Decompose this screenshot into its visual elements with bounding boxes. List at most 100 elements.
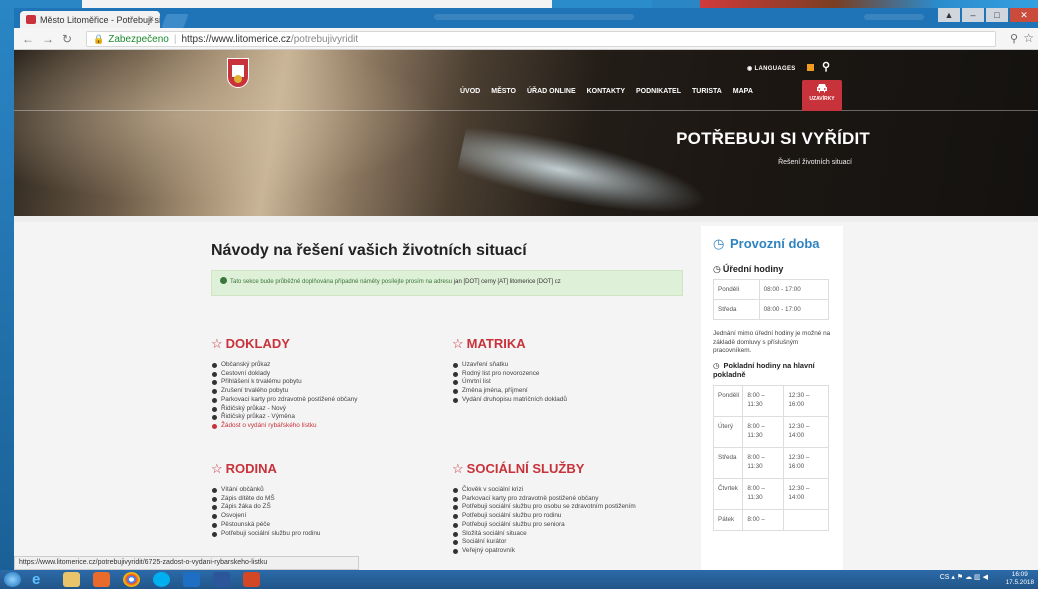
list-item-link[interactable]: Uzavření sňatku xyxy=(452,361,567,370)
list-item-link[interactable]: Zrušení trvalého pobytu xyxy=(211,387,357,396)
list-item-link[interactable]: Osvojení xyxy=(211,512,320,521)
table-row: Pátek 8:00 – xyxy=(712,508,829,531)
table-row: Úterý 8:00 – 11:30 12:30 – 14:00 xyxy=(712,415,829,448)
table-row: Čtvrtek 8:00 – 11:30 12:30 – 14:00 xyxy=(712,477,829,510)
taskbar-clock[interactable]: 16:09 17.5.2018 xyxy=(1006,571,1034,587)
list-item-link[interactable]: Žádost o vydání rybářského lístku xyxy=(211,422,357,431)
tab-title: Město Litoměřice - Potřebuji si vyřídit xyxy=(40,15,160,25)
table-cell: Pondělí xyxy=(713,279,760,300)
table-cell: Pondělí xyxy=(712,384,744,417)
volume-icon[interactable]: ◀ xyxy=(983,574,988,581)
list-item-link[interactable]: Potřebuji sociální službu pro osobu se z… xyxy=(452,503,636,512)
table-cell: 12:30 – 14:00 xyxy=(783,477,829,510)
city-favicon-icon xyxy=(26,15,36,24)
rss-icon[interactable] xyxy=(807,64,814,71)
table-cell: 08:00 - 17:00 xyxy=(758,299,830,320)
address-bar[interactable]: 🔒 Zabezpečeno | https://www.litomerice.cz/p… xyxy=(86,31,996,47)
languages-link[interactable]: ◉ LANGUAGES xyxy=(747,65,796,72)
nav-item-uvod[interactable]: ÚVOD xyxy=(460,88,480,95)
media-player-icon[interactable] xyxy=(93,572,110,587)
list-item-link[interactable]: Veřejný opatrovník xyxy=(452,547,636,556)
word-icon[interactable] xyxy=(213,572,230,587)
notice-email[interactable]: jan [DOT] cerny [AT] litomerice [DOT] cz xyxy=(454,279,561,285)
taskbar-date: 17.5.2018 xyxy=(1005,579,1034,586)
tab-close-icon[interactable]: × xyxy=(149,14,154,24)
hero-image-water xyxy=(455,119,713,216)
maximize-button[interactable]: □ xyxy=(986,8,1008,22)
list-item-link[interactable]: Pěstounská péče xyxy=(211,521,320,530)
start-button-icon[interactable] xyxy=(4,572,21,587)
category-title[interactable]: SOCIÁLNÍ SLUŽBY xyxy=(467,461,585,476)
clock-icon: ◷ xyxy=(713,264,721,274)
list-item-link[interactable]: Cestovní doklady xyxy=(211,370,357,379)
zoom-icon[interactable]: ⚲ xyxy=(1010,32,1018,45)
file-explorer-icon[interactable] xyxy=(63,572,80,587)
close-window-button[interactable]: ✕ xyxy=(1010,8,1038,22)
browser-window: Město Litoměřice - Potřebuji si vyřídit … xyxy=(14,8,1038,570)
list-item-link[interactable]: Potřebuji sociální službu pro seniora xyxy=(452,521,636,530)
address-bar-row: ← → ↻ 🔒 Zabezpečeno | https://www.litomeric… xyxy=(14,28,1038,50)
nav-item-mesto[interactable]: MĚSTO xyxy=(491,88,516,95)
list-item-link[interactable]: Řidičský průkaz - Výměna xyxy=(211,413,357,422)
table-cell: 8:00 – 11:30 xyxy=(742,384,785,417)
back-icon[interactable]: ← xyxy=(22,32,34,46)
content-area: Návody na řešení vašich životních situac… xyxy=(14,216,1038,570)
list-item-link[interactable]: Úmrtní list xyxy=(452,378,567,387)
bookmark-star-icon[interactable]: ☆ xyxy=(1023,31,1034,45)
list-item-link[interactable]: Parkovací karty pro zdravotně postižené … xyxy=(452,495,636,504)
user-icon[interactable]: ▲ xyxy=(938,8,960,22)
forward-icon[interactable]: → xyxy=(42,32,54,46)
category-title[interactable]: DOKLADY xyxy=(226,336,290,351)
list-item-link[interactable]: Zápis žáka do ZŠ xyxy=(211,503,320,512)
closures-button[interactable]: UZAVÍRKY xyxy=(802,80,842,111)
list-item-link[interactable]: Potřebuji sociální službu pro rodinu xyxy=(452,512,636,521)
category-title[interactable]: RODINA xyxy=(226,461,277,476)
nav-item-podnikatel[interactable]: PODNIKATEL xyxy=(636,88,681,95)
nav-item-kontakty[interactable]: KONTAKTY xyxy=(587,88,625,95)
url-path: /potrebujivyridit xyxy=(290,34,359,45)
list-item-link[interactable]: Vítání občánků xyxy=(211,486,320,495)
list-item-link[interactable]: Potřebuji sociální službu pro rodinu xyxy=(211,530,320,539)
header-divider xyxy=(14,110,1038,111)
minimize-button[interactable]: – xyxy=(962,8,984,22)
list-item-link[interactable]: Parkovací karty pro zdravotně postižené … xyxy=(211,396,357,405)
list-item-link[interactable]: Vydání druhopisu matričních dokladů xyxy=(452,396,567,405)
new-tab-button[interactable] xyxy=(161,14,189,28)
car-icon xyxy=(817,84,827,93)
list-item-link[interactable]: Řidičský průkaz - Nový xyxy=(211,405,357,414)
hero-banner: ◉ LANGUAGES ⚲ ÚVOD MĚSTO ÚŘAD ONLINE KON… xyxy=(14,50,1038,216)
cloud-icon[interactable]: ☁ xyxy=(965,574,972,581)
search-icon[interactable]: ⚲ xyxy=(822,60,830,73)
network-icon[interactable]: ▥ xyxy=(974,574,981,581)
nav-item-mapa[interactable]: MAPA xyxy=(733,88,753,95)
internet-explorer-icon[interactable]: e xyxy=(32,572,49,587)
browser-tab[interactable]: Město Litoměřice - Potřebuji si vyřídit … xyxy=(20,11,160,28)
category-matrika: ☆ MATRIKA Uzavření sňatku Rodný list pro n… xyxy=(452,336,567,405)
list-item-link[interactable]: Složitá sociální situace xyxy=(452,530,636,539)
category-title[interactable]: MATRIKA xyxy=(467,336,526,351)
outlook-icon[interactable] xyxy=(183,572,200,587)
titlebar-blur xyxy=(434,14,634,20)
chrome-icon[interactable] xyxy=(123,572,140,587)
nav-item-urad-online[interactable]: ÚŘAD ONLINE xyxy=(527,88,576,95)
list-item-link[interactable]: Změna jména, příjmení xyxy=(452,387,567,396)
table-cell: 8:00 – 11:30 xyxy=(742,415,785,448)
language-indicator[interactable]: CS xyxy=(940,574,950,581)
list-item-link[interactable]: Občanský průkaz xyxy=(211,361,357,370)
nav-item-turista[interactable]: TURISTA xyxy=(692,88,722,95)
skype-icon[interactable] xyxy=(153,572,170,587)
category-list: Vítání občánků Zápis dítěte do MŠ Zápis žá… xyxy=(211,486,320,538)
list-item-link[interactable]: Sociální kurátor xyxy=(452,538,636,547)
star-icon: ☆ xyxy=(211,336,223,351)
list-item-link[interactable]: Člověk v sociální krizi xyxy=(452,486,636,495)
powerpoint-icon[interactable] xyxy=(243,572,260,587)
list-item-link[interactable]: Přihlášení k trvalému pobytu xyxy=(211,378,357,387)
window-controls: ▲ – □ ✕ xyxy=(936,8,1038,24)
table-cell: 12:30 – 14:00 xyxy=(783,415,829,448)
table-row: Pondělí 8:00 – 11:30 12:30 – 16:00 xyxy=(712,384,829,417)
flag-icon[interactable]: ⚑ xyxy=(957,574,963,581)
table-row: Pondělí 08:00 - 17:00 xyxy=(713,279,830,300)
reload-icon[interactable]: ↻ xyxy=(62,32,72,46)
category-list: Člověk v sociální krizi Parkovací karty p… xyxy=(452,486,636,556)
city-crest-logo[interactable] xyxy=(227,58,249,88)
